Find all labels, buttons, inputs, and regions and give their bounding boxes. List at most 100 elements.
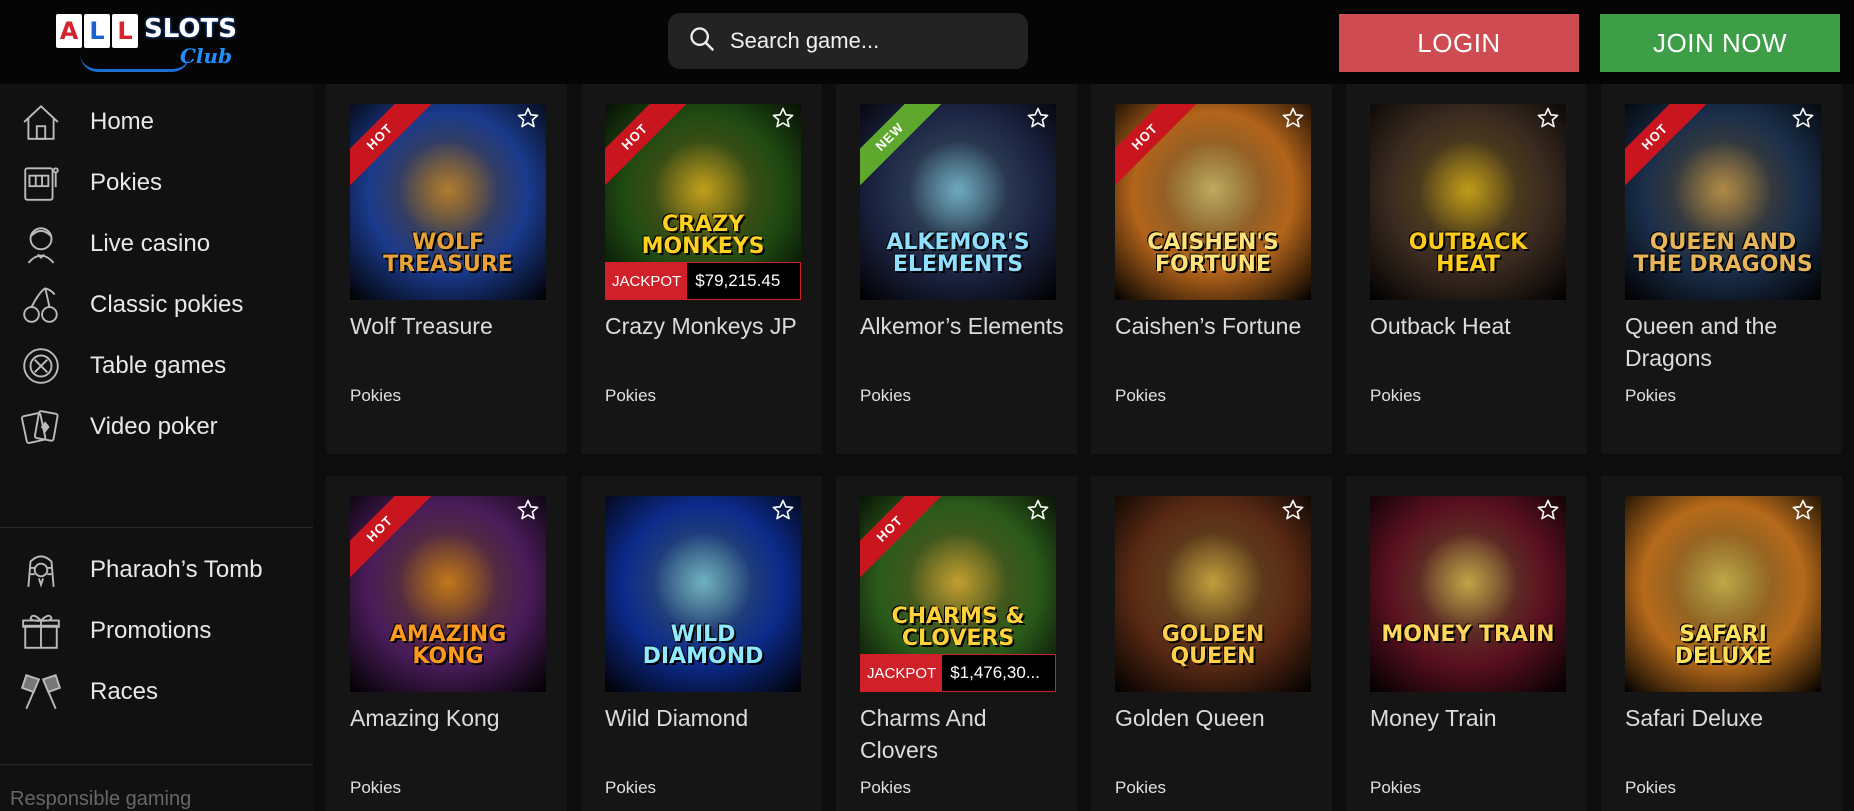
game-card[interactable]: CRAZY MONKEYS HOT JACKPOT $79,215.45 Crazy M…: [581, 84, 822, 454]
game-category: Pokies: [1115, 778, 1167, 797]
game-logo-text: SAFARI DELUXE: [1674, 622, 1772, 669]
favorite-star-icon[interactable]: [1281, 106, 1307, 132]
cherries-icon: [18, 282, 64, 328]
gift-icon: [18, 608, 64, 654]
game-card[interactable]: QUEEN AND THE DRAGONS HOT Queen and the Dr…: [1601, 84, 1842, 454]
logo-slots-text: SLOTS: [144, 14, 237, 44]
game-card[interactable]: Charms & Clovers HOT JACKPOT $1,476,30... Ch…: [836, 476, 1077, 811]
game-title[interactable]: Alkemor’s Elements: [860, 310, 1065, 342]
game-title[interactable]: Wild Diamond: [605, 702, 810, 734]
game-title[interactable]: Amazing Kong: [350, 702, 555, 734]
game-card[interactable]: GOLDEN QUEEN Golden Queen Pokies: [1091, 476, 1332, 811]
login-button[interactable]: LOGIN: [1339, 14, 1579, 72]
favorite-star-icon[interactable]: [1536, 106, 1562, 132]
sidebar-item-classic-pokies[interactable]: Classic pokies: [0, 275, 313, 335]
sidebar-item-label: Classic pokies: [90, 291, 244, 318]
favorite-star-icon[interactable]: [516, 498, 542, 524]
favorite-star-icon[interactable]: [1791, 106, 1817, 132]
game-title[interactable]: Safari Deluxe: [1625, 702, 1830, 734]
game-logo-text: WILD DIAMOND: [642, 622, 764, 669]
game-card[interactable]: WILD DIAMOND Wild Diamond Pokies: [581, 476, 822, 811]
game-card[interactable]: WOLF TREASURE HOT Wolf Treasure Pokies: [326, 84, 567, 454]
game-card[interactable]: MONEY TRAIN Money Train Pokies: [1346, 476, 1587, 811]
game-category: Pokies: [1370, 778, 1422, 797]
game-title[interactable]: Golden Queen: [1115, 702, 1320, 734]
sidebar-item-label: Video poker: [90, 413, 218, 440]
favorite-star-icon[interactable]: [771, 106, 797, 132]
game-thumbnail[interactable]: CRAZY MONKEYS HOT JACKPOT $79,215.45: [605, 104, 801, 300]
search-placeholder: Search game...: [730, 28, 880, 53]
header: A L L SLOTS Club Search game... LOGIN JO…: [0, 0, 1854, 84]
sidebar-item-promotions[interactable]: Promotions: [0, 601, 313, 661]
game-card[interactable]: OUTBACK HEAT Outback Heat Pokies: [1346, 84, 1587, 454]
game-title[interactable]: Caishen’s Fortune: [1115, 310, 1320, 342]
game-title[interactable]: Outback Heat: [1370, 310, 1575, 342]
game-thumbnail[interactable]: AMAZING KONG HOT: [350, 496, 546, 692]
game-category: Pokies: [605, 778, 657, 797]
sidebar-item-home[interactable]: Home: [0, 92, 313, 152]
responsible-gaming-link[interactable]: Responsible gaming: [10, 788, 191, 811]
favorite-star-icon[interactable]: [1026, 106, 1052, 132]
sidebar-item-pokies[interactable]: Pokies: [0, 153, 313, 213]
game-category: Pokies: [605, 386, 657, 405]
game-card[interactable]: Caishen's Fortune HOT Caishen’s Fortune Pok…: [1091, 84, 1332, 454]
sidebar-item-live-casino[interactable]: Live casino: [0, 214, 313, 274]
favorite-star-icon[interactable]: [1791, 498, 1817, 524]
game-grid: WOLF TREASURE HOT Wolf Treasure Pokies CRAZY…: [326, 84, 1854, 811]
game-thumbnail[interactable]: Caishen's Fortune HOT: [1115, 104, 1311, 300]
game-thumbnail[interactable]: Charms & Clovers HOT JACKPOT $1,476,30...: [860, 496, 1056, 692]
game-thumbnail[interactable]: GOLDEN QUEEN: [1115, 496, 1311, 692]
jackpot-value: $1,476,30...: [950, 663, 1040, 682]
game-thumbnail[interactable]: WOLF TREASURE HOT: [350, 104, 546, 300]
game-thumbnail[interactable]: MONEY TRAIN: [1370, 496, 1566, 692]
game-logo-text: Caishen's Fortune: [1147, 230, 1279, 277]
game-logo-text: ALKEMOR'S ELEMENTS: [886, 230, 1030, 277]
sidebar-item-label: Table games: [90, 352, 227, 379]
sidebar-item-label: Home: [90, 108, 155, 135]
game-title[interactable]: Charms And Clovers: [860, 702, 1065, 766]
sidebar-divider: [0, 764, 313, 765]
game-thumbnail[interactable]: SAFARI DELUXE: [1625, 496, 1821, 692]
game-title[interactable]: Queen and the Dragons: [1625, 310, 1830, 374]
racing-flags-icon: [18, 669, 64, 715]
game-thumbnail[interactable]: QUEEN AND THE DRAGONS HOT: [1625, 104, 1821, 300]
game-thumbnail[interactable]: WILD DIAMOND: [605, 496, 801, 692]
pharaoh-icon: [18, 547, 64, 593]
game-category: Pokies: [350, 386, 402, 405]
favorite-star-icon[interactable]: [771, 498, 797, 524]
game-thumbnail[interactable]: ALKEMOR'S ELEMENTS NEW: [860, 104, 1056, 300]
allslots-club-logo[interactable]: A L L SLOTS Club: [56, 10, 237, 76]
logo-tile: A: [56, 14, 82, 48]
game-logo-text: Charms & Clovers: [891, 604, 1025, 651]
search-input[interactable]: Search game...: [668, 13, 1028, 69]
sidebar: Home Pokies Live casino Classic pokies T…: [0, 84, 313, 811]
game-thumbnail[interactable]: OUTBACK HEAT: [1370, 104, 1566, 300]
jackpot-banner: JACKPOT $79,215.45: [605, 262, 801, 300]
slot-machine-icon: [18, 160, 64, 206]
favorite-star-icon[interactable]: [1536, 498, 1562, 524]
sidebar-item-label: Live casino: [90, 230, 211, 257]
favorite-star-icon[interactable]: [1026, 498, 1052, 524]
search-icon: [688, 25, 716, 58]
game-logo-text: AMAZING KONG: [389, 622, 507, 669]
sidebar-item-video-poker[interactable]: Video poker: [0, 397, 313, 457]
game-card[interactable]: ALKEMOR'S ELEMENTS NEW Alkemor’s Elements P…: [836, 84, 1077, 454]
game-card[interactable]: AMAZING KONG HOT Amazing Kong Pokies: [326, 476, 567, 811]
game-card[interactable]: SAFARI DELUXE Safari Deluxe Pokies: [1601, 476, 1842, 811]
sidebar-item-races[interactable]: Races: [0, 662, 313, 722]
favorite-star-icon[interactable]: [1281, 498, 1307, 524]
jackpot-banner: JACKPOT $1,476,30...: [860, 654, 1056, 692]
jackpot-label: JACKPOT: [606, 263, 688, 299]
logo-swoosh: [80, 54, 190, 72]
game-category: Pokies: [1115, 386, 1167, 405]
sidebar-item-pharaohs-tomb[interactable]: Pharaoh’s Tomb: [0, 540, 313, 600]
sidebar-item-table-games[interactable]: Table games: [0, 336, 313, 396]
game-title[interactable]: Money Train: [1370, 702, 1575, 734]
sidebar-item-label: Pharaoh’s Tomb: [90, 556, 263, 583]
game-title[interactable]: Wolf Treasure: [350, 310, 555, 342]
favorite-star-icon[interactable]: [516, 106, 542, 132]
jackpot-value: $79,215.45: [695, 271, 781, 290]
game-category: Pokies: [1370, 386, 1422, 405]
game-title[interactable]: Crazy Monkeys JP: [605, 310, 810, 342]
join-now-button[interactable]: JOIN NOW: [1600, 14, 1840, 72]
